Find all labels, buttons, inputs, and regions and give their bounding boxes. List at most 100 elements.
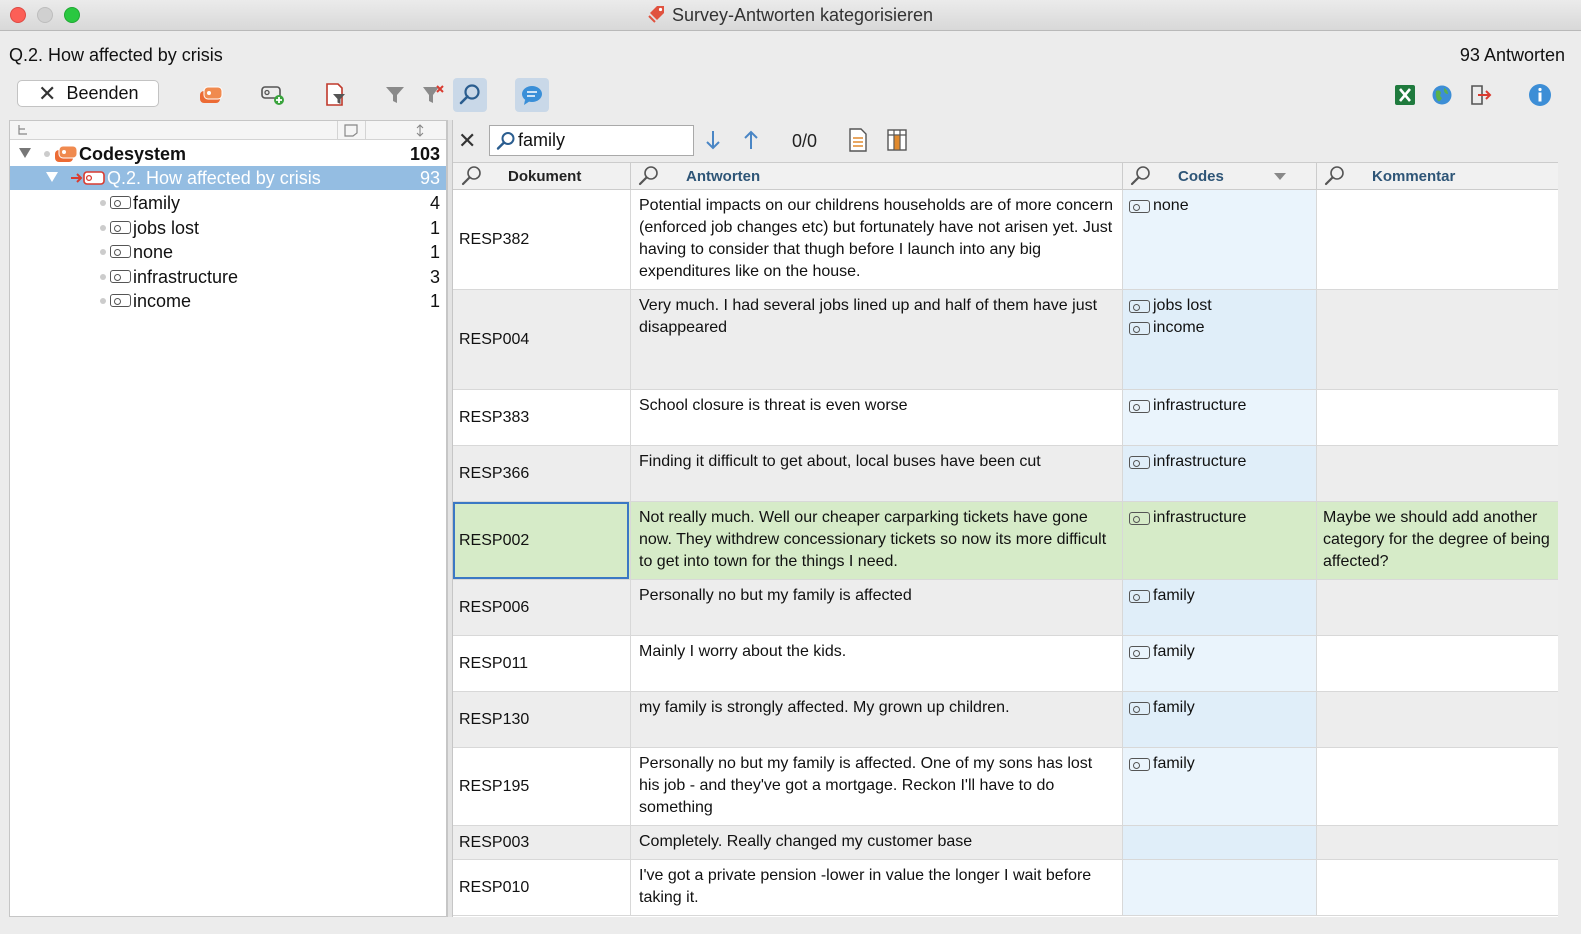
tree-item-jobs-lost[interactable]: jobs lost 1	[10, 216, 446, 240]
exit-export-button[interactable]	[1464, 78, 1498, 112]
codes-cell[interactable]: jobs lost income	[1122, 290, 1316, 389]
sort-descending-icon[interactable]	[1274, 173, 1286, 180]
table-row[interactable]: RESP382 Potential impacts on our childre…	[453, 190, 1558, 290]
document-cell[interactable]: RESP004	[453, 290, 630, 389]
table-row[interactable]: RESP004 Very much. I had several jobs li…	[453, 290, 1558, 390]
codes-cell[interactable]: infrastructure	[1122, 390, 1316, 445]
expand-triangle-icon[interactable]	[19, 148, 31, 158]
table-row[interactable]: RESP130 my family is strongly affected. …	[453, 692, 1558, 748]
search-input[interactable]	[518, 130, 688, 151]
tree-item-codesystem[interactable]: Codesystem 103	[10, 142, 446, 166]
search-toggle-button[interactable]	[453, 78, 487, 112]
comment-cell[interactable]	[1316, 636, 1558, 691]
filter-button[interactable]	[378, 78, 412, 112]
assigned-code[interactable]: family	[1129, 697, 1310, 719]
quit-button[interactable]: ✕ Beenden	[17, 80, 159, 107]
assigned-code[interactable]: family	[1129, 585, 1310, 607]
new-code-button[interactable]	[256, 78, 290, 112]
document-cell[interactable]: RESP383	[453, 390, 630, 445]
document-cell[interactable]: RESP003	[453, 826, 630, 859]
assigned-code[interactable]: none	[1129, 195, 1310, 217]
code-system-button[interactable]	[194, 78, 228, 112]
column-header-codes[interactable]: Codes	[1122, 163, 1316, 190]
comment-toggle-button[interactable]	[515, 78, 549, 112]
answer-cell[interactable]: I've got a private pension -lower in val…	[630, 860, 1122, 915]
answer-cell[interactable]: School closure is threat is even worse	[630, 390, 1122, 445]
comment-cell[interactable]	[1316, 290, 1558, 389]
document-cell[interactable]: RESP130	[453, 692, 630, 747]
excel-export-button[interactable]	[1388, 78, 1422, 112]
column-search-icon[interactable]	[638, 165, 660, 187]
answer-cell[interactable]: Not really much. Well our cheaper carpar…	[630, 502, 1122, 579]
tree-item-none[interactable]: none 1	[10, 240, 446, 264]
comment-cell[interactable]	[1316, 826, 1558, 859]
comment-cell[interactable]	[1316, 860, 1558, 915]
expand-triangle-icon[interactable]	[46, 172, 58, 182]
answer-cell[interactable]: Mainly I worry about the kids.	[630, 636, 1122, 691]
assigned-code[interactable]: income	[1129, 317, 1310, 339]
codes-cell[interactable]: family	[1122, 580, 1316, 635]
answer-cell[interactable]: Personally no but my family is affected	[630, 580, 1122, 635]
codes-cell[interactable]: none	[1122, 190, 1316, 289]
comment-cell[interactable]	[1316, 692, 1558, 747]
clear-filter-button[interactable]	[416, 78, 450, 112]
previous-hit-icon[interactable]	[742, 129, 760, 151]
search-box[interactable]	[489, 125, 694, 156]
column-header-answers[interactable]: Antworten	[630, 163, 1122, 190]
comment-cell[interactable]: Maybe we should add another category for…	[1316, 502, 1558, 579]
tree-item-infrastructure[interactable]: infrastructure 3	[10, 265, 446, 289]
table-row[interactable]: RESP006 Personally no but my family is a…	[453, 580, 1558, 636]
answer-cell[interactable]: Finding it difficult to get about, local…	[630, 446, 1122, 501]
answer-cell[interactable]: Potential impacts on our childrens house…	[630, 190, 1122, 289]
assigned-code[interactable]: infrastructure	[1129, 395, 1310, 417]
tree-item-income[interactable]: income 1	[10, 289, 446, 313]
table-row[interactable]: RESP383 School closure is threat is even…	[453, 390, 1558, 446]
codes-cell[interactable]: family	[1122, 636, 1316, 691]
comment-cell[interactable]	[1316, 580, 1558, 635]
table-row[interactable]: RESP366 Finding it difficult to get abou…	[453, 446, 1558, 502]
comment-cell[interactable]	[1316, 748, 1558, 825]
tree-item-question[interactable]: Q.2. How affected by crisis 93	[10, 166, 446, 190]
next-hit-icon[interactable]	[704, 129, 722, 151]
column-search-icon[interactable]	[1130, 165, 1152, 187]
comment-cell[interactable]	[1316, 446, 1558, 501]
table-row[interactable]: RESP010 I've got a private pension -lowe…	[453, 860, 1558, 916]
tree-view-icon[interactable]	[17, 124, 29, 136]
document-cell[interactable]: RESP006	[453, 580, 630, 635]
document-cell[interactable]: RESP010	[453, 860, 630, 915]
assigned-code[interactable]: infrastructure	[1129, 507, 1310, 529]
tree-item-family[interactable]: family 4	[10, 191, 446, 215]
codes-cell[interactable]: family	[1122, 748, 1316, 825]
assigned-code[interactable]: jobs lost	[1129, 295, 1310, 317]
filter-document-button[interactable]	[318, 78, 352, 112]
document-cell[interactable]: RESP382	[453, 190, 630, 289]
table-row-selected[interactable]: RESP002 Not really much. Well our cheape…	[453, 502, 1558, 580]
comment-cell[interactable]	[1316, 390, 1558, 445]
column-search-icon[interactable]	[461, 165, 483, 187]
table-row[interactable]: RESP011 Mainly I worry about the kids. f…	[453, 636, 1558, 692]
column-layout-icon[interactable]	[887, 129, 907, 151]
memo-column-icon[interactable]	[344, 124, 358, 137]
assigned-code[interactable]: family	[1129, 753, 1310, 775]
codes-cell[interactable]	[1122, 826, 1316, 859]
table-row[interactable]: RESP003 Completely. Really changed my cu…	[453, 826, 1558, 860]
assigned-code[interactable]: family	[1129, 641, 1310, 663]
answer-cell[interactable]: Completely. Really changed my customer b…	[630, 826, 1122, 859]
answer-cell[interactable]: my family is strongly affected. My grown…	[630, 692, 1122, 747]
column-search-icon[interactable]	[1324, 165, 1346, 187]
assigned-code[interactable]: infrastructure	[1129, 451, 1310, 473]
close-search-icon[interactable]: ✕	[458, 128, 476, 154]
document-cell[interactable]: RESP195	[453, 748, 630, 825]
column-header-document[interactable]: Dokument	[453, 163, 630, 190]
codes-cell[interactable]: infrastructure	[1122, 446, 1316, 501]
document-cell[interactable]: RESP011	[453, 636, 630, 691]
web-export-button[interactable]	[1425, 78, 1459, 112]
answer-cell[interactable]: Personally no but my family is affected.…	[630, 748, 1122, 825]
codes-cell[interactable]: family	[1122, 692, 1316, 747]
sort-column-icon[interactable]	[415, 124, 425, 137]
export-results-icon[interactable]	[849, 128, 867, 152]
info-button[interactable]	[1523, 78, 1557, 112]
table-row[interactable]: RESP195 Personally no but my family is a…	[453, 748, 1558, 826]
document-cell[interactable]: RESP366	[453, 446, 630, 501]
codes-cell[interactable]: infrastructure	[1122, 502, 1316, 579]
